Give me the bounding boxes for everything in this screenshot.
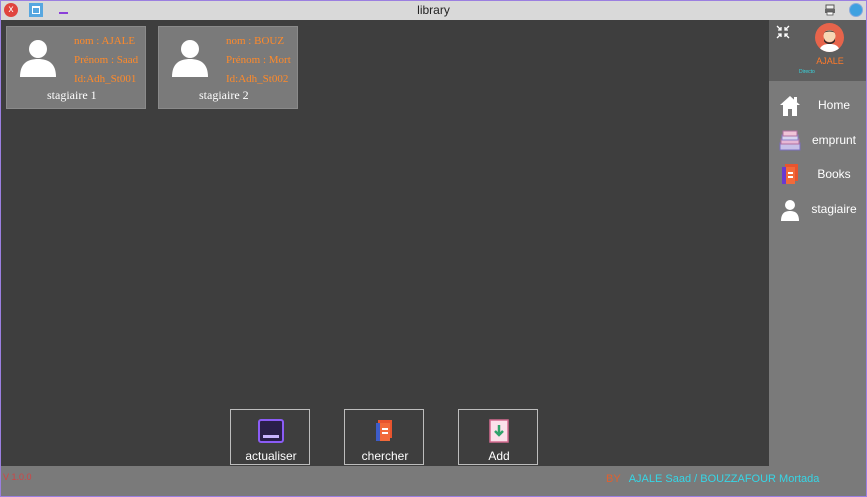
emprunt-icon [779, 130, 801, 151]
card-label: stagiaire 1 [47, 88, 97, 102]
user-icon [781, 200, 799, 221]
books-icon [782, 164, 798, 184]
card-id: Id:Adh_St001 [74, 73, 137, 85]
credit-label: BY AJALE Saad / BOUZZAFOUR Mortada [606, 473, 819, 485]
stagiaire-card[interactable]: nom : AJALE Prénom : Saad Id:Adh_St001 s… [6, 26, 146, 109]
credit-by: BY [606, 473, 621, 485]
person-icon [20, 40, 56, 77]
actualiser-label: actualiser [245, 449, 297, 463]
sidebar-item-stagiaire[interactable]: stagiaire [769, 194, 866, 224]
profile-panel: AJALE Directo [769, 20, 866, 81]
card-info: nom : BOUZ Prénom : Mort Id:Adh_St002 [226, 32, 291, 89]
app-window: x library nom : AJALE Prénom : Saad Id:A… [0, 0, 867, 497]
stagiaire-card[interactable]: nom : BOUZ Prénom : Mort Id:Adh_St002 st… [158, 26, 298, 109]
add-book-icon [489, 419, 509, 443]
globe-icon[interactable] [849, 3, 863, 17]
sidebar-item-label: emprunt [811, 133, 857, 147]
add-button[interactable]: Add [458, 409, 538, 465]
book-search-icon [376, 420, 392, 441]
chercher-label: chercher [361, 449, 409, 463]
credit-authors: AJALE Saad / BOUZZAFOUR Mortada [628, 473, 820, 485]
status-bar: V 1.0.0 BY AJALE Saad / BOUZZAFOUR Mortad… [1, 466, 866, 496]
card-prenom: Prénom : Saad [74, 54, 139, 66]
sidebar-item-home[interactable]: Home [769, 90, 866, 120]
sidebar-item-books[interactable]: Books [769, 159, 866, 189]
actualiser-button[interactable]: actualiser [230, 409, 310, 465]
content-area: nom : AJALE Prénom : Saad Id:Adh_St001 s… [1, 20, 769, 466]
avatar-face-icon [819, 30, 840, 52]
add-label: Add [488, 449, 510, 463]
title-bar: x library [1, 1, 866, 20]
sidebar: AJALE Directo Home emprunt Books stagiai… [769, 20, 866, 466]
sidebar-item-label: stagiaire [811, 202, 857, 216]
collapse-icon[interactable] [776, 25, 790, 39]
user-name: AJALE [816, 56, 844, 66]
sidebar-item-emprunt[interactable]: emprunt [769, 125, 866, 155]
sidebar-item-label: Books [817, 167, 851, 181]
home-icon [780, 96, 800, 116]
card-label: stagiaire 2 [199, 88, 249, 102]
chercher-button[interactable]: chercher [344, 409, 424, 465]
card-prenom: Prénom : Mort [226, 54, 291, 66]
person-icon [172, 40, 208, 77]
card-info: nom : AJALE Prénom : Saad Id:Adh_St001 [74, 32, 138, 89]
card-nom: nom : AJALE [74, 35, 136, 47]
user-role: Directo [799, 69, 815, 75]
refresh-icon [258, 419, 284, 443]
sidebar-item-label: Home [817, 98, 850, 112]
window-title: library [417, 3, 450, 17]
version-label: V 1.0.0 [3, 472, 32, 482]
card-nom: nom : BOUZ [226, 35, 285, 47]
printer-icon[interactable] [824, 4, 836, 16]
card-id: Id:Adh_St002 [226, 73, 289, 85]
avatar [815, 23, 844, 52]
